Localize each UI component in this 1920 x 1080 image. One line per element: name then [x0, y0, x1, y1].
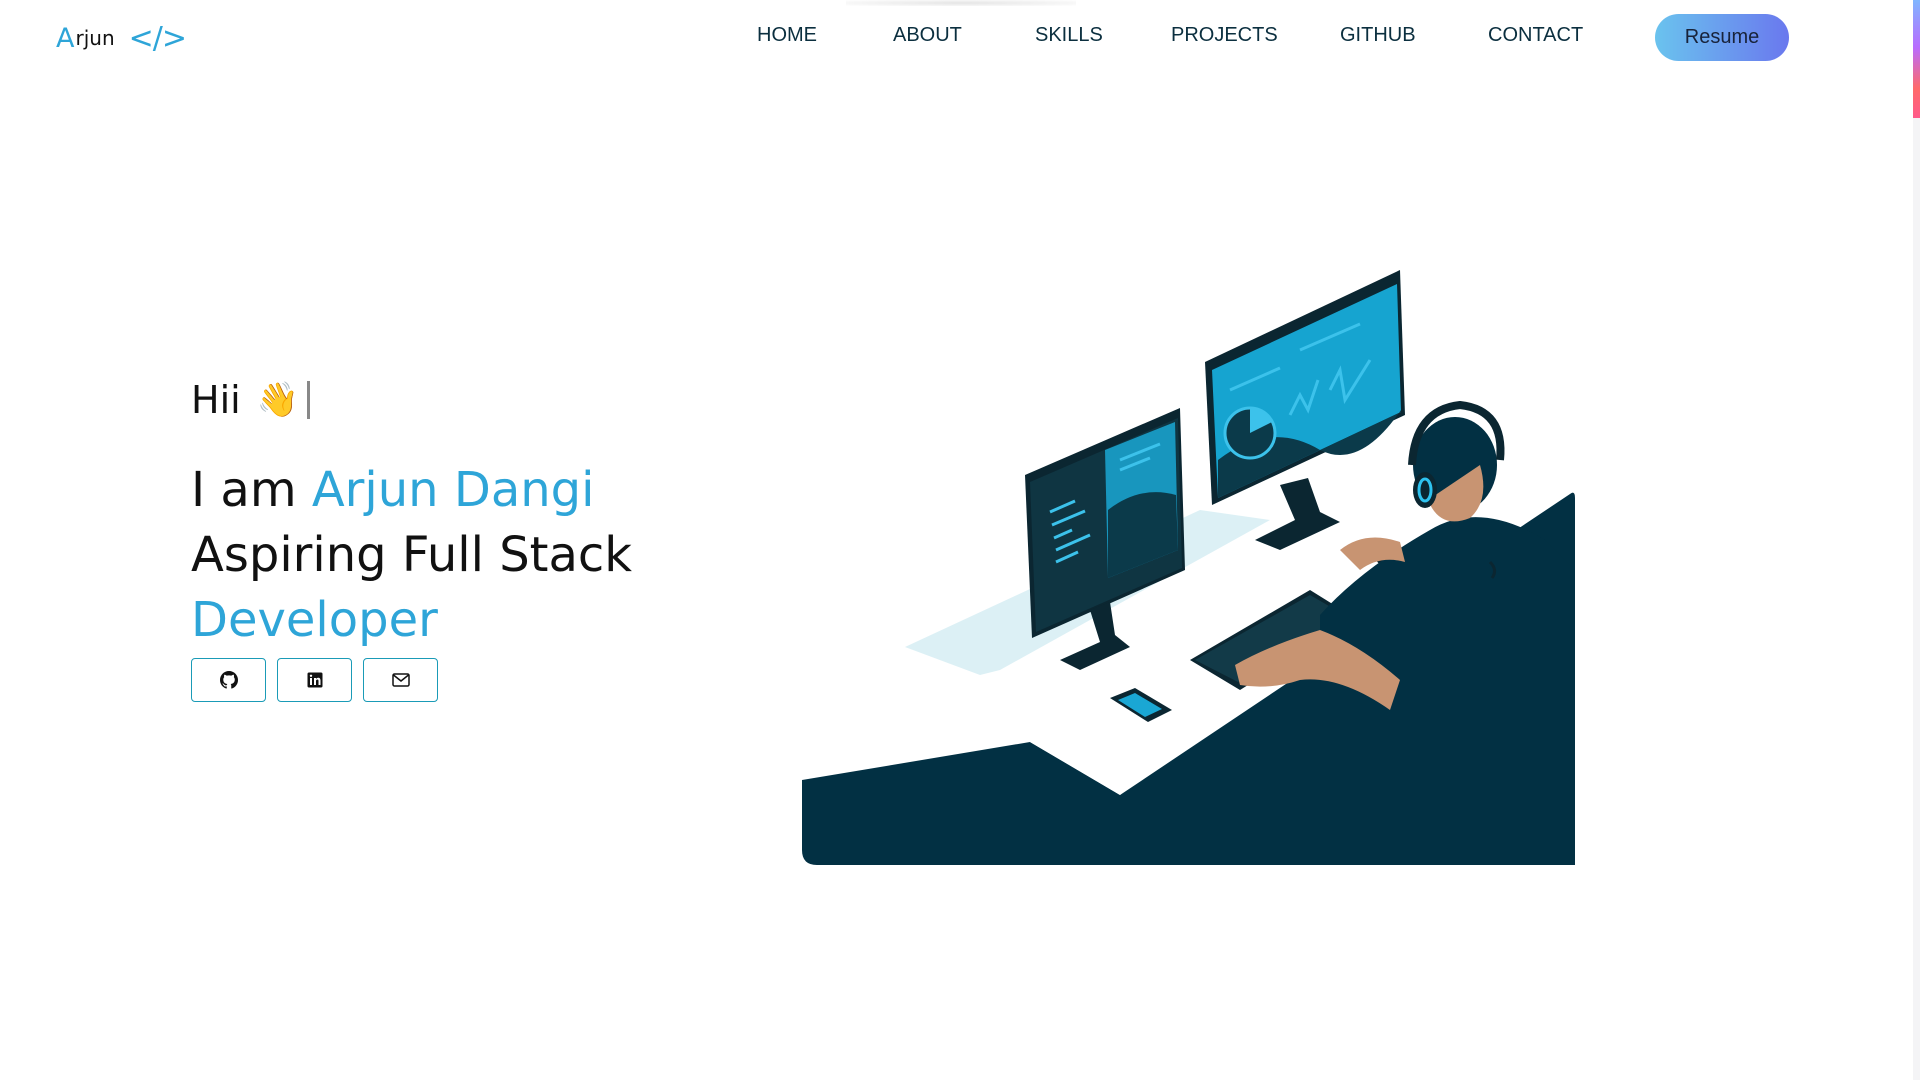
mail-icon — [391, 673, 410, 687]
scrollbar-thumb[interactable] — [1913, 0, 1920, 118]
linkedin-icon — [307, 672, 322, 688]
nav-skills[interactable]: SKILLS — [1035, 24, 1103, 47]
nav-about[interactable]: ABOUT — [893, 24, 962, 47]
hero-name: Arjun Dangi — [311, 462, 595, 518]
logo[interactable]: A rjun </> — [56, 20, 187, 56]
logo-initial: A — [56, 22, 75, 54]
github-icon — [219, 671, 238, 689]
intro-prefix: I am — [191, 462, 312, 518]
logo-name: rjun — [75, 26, 115, 50]
nav-home[interactable]: HOME — [757, 24, 817, 47]
role-highlight: Developer — [191, 592, 438, 648]
typing-cursor — [307, 381, 311, 419]
github-button[interactable] — [191, 658, 266, 702]
greeting: Hii 👋 — [191, 378, 311, 422]
mail-button[interactable] — [363, 658, 438, 702]
nav-projects[interactable]: PROJECTS — [1171, 24, 1278, 47]
header-shadow — [846, 0, 1076, 6]
role-line: Aspiring Full Stack — [191, 527, 633, 583]
scrollbar-track[interactable] — [1913, 118, 1920, 1080]
greeting-text: Hii — [191, 378, 241, 422]
wave-icon: 👋 — [256, 380, 300, 420]
resume-button[interactable]: Resume — [1655, 14, 1789, 61]
nav-contact[interactable]: CONTACT — [1488, 24, 1583, 47]
developer-illustration — [802, 270, 1575, 865]
intro-line: I am Arjun Dangi — [191, 462, 594, 518]
nav-github[interactable]: GITHUB — [1340, 24, 1416, 47]
code-icon: </> — [128, 20, 187, 56]
linkedin-button[interactable] — [277, 658, 352, 702]
